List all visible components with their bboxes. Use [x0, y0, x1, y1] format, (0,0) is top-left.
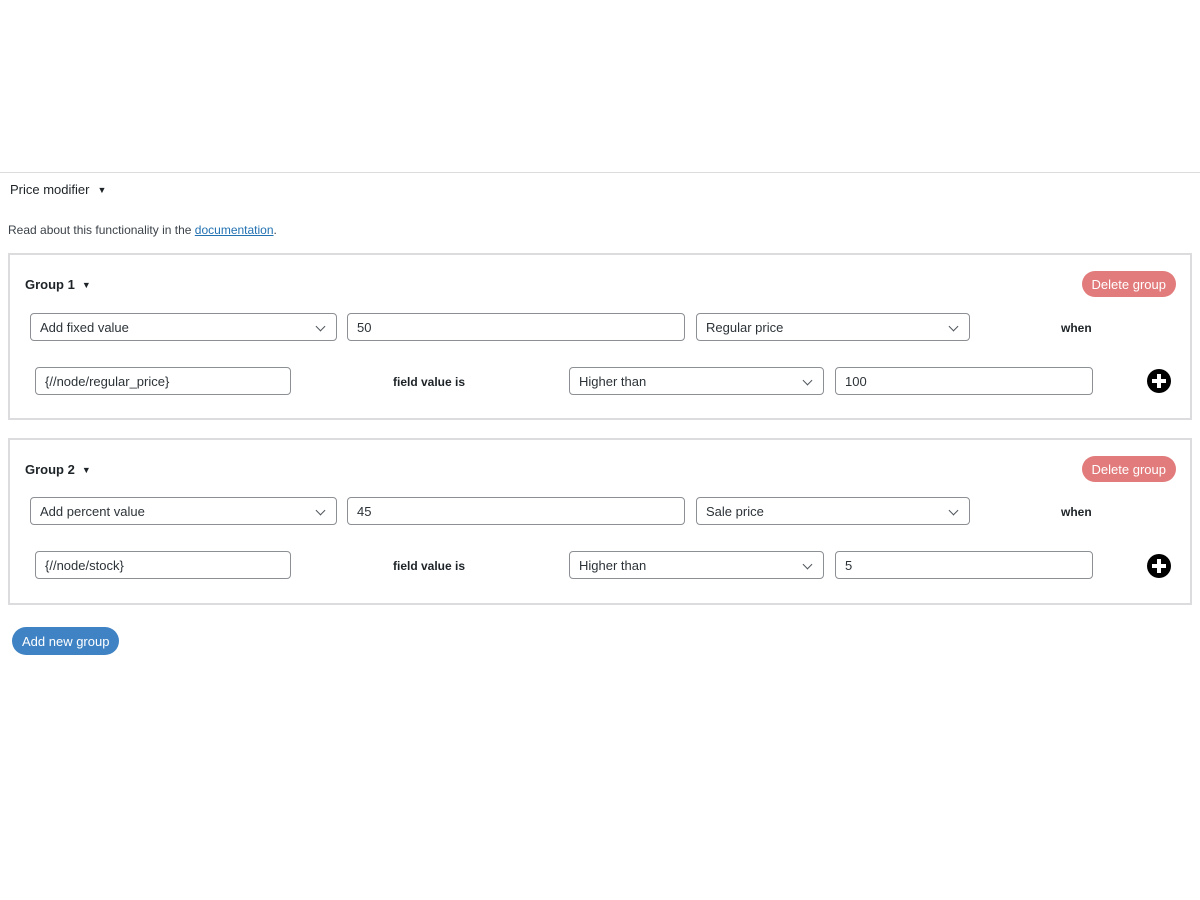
modifier-select[interactable]: Add fixed value [30, 313, 337, 341]
plus-circle-icon[interactable] [1147, 554, 1171, 578]
compare-value: 100 [845, 373, 867, 389]
add-new-group-button[interactable]: Add new group [12, 627, 120, 655]
triangle-down-icon: ▼ [97, 184, 107, 195]
plus-circle-icon[interactable] [1147, 369, 1171, 393]
price-type-select[interactable]: Sale price [696, 497, 970, 525]
price-type-select[interactable]: Regular price [696, 313, 970, 341]
group-title: Group 2 [25, 462, 75, 477]
intro-text-end: . [273, 223, 277, 237]
triangle-down-icon: ▼ [81, 279, 91, 290]
amount-value: 50 [357, 319, 372, 335]
intro-text: Read about this functionality in the doc… [8, 223, 277, 237]
compare-value: 5 [845, 557, 853, 573]
field-value-label: field value is [393, 559, 466, 573]
top-divider [0, 172, 1200, 173]
when-label: when [1061, 321, 1092, 335]
modifier-select[interactable]: Add percent value [30, 497, 337, 525]
price-modifier-page: Price modifier ▼ Read about this functio… [0, 0, 1200, 900]
comparator-select[interactable]: Higher than [569, 551, 824, 579]
delete-group-button[interactable]: Delete group [1081, 271, 1176, 297]
group-title-toggle[interactable]: Group 1 ▼ [25, 277, 91, 292]
amount-input[interactable]: 50 [347, 313, 685, 341]
comparator-value: Higher than [579, 373, 647, 389]
price-type-value: Sale price [706, 503, 764, 519]
condition-field-value: {//node/regular_price} [45, 373, 170, 389]
group-title-toggle[interactable]: Group 2 ▼ [25, 462, 91, 477]
condition-field-input[interactable]: {//node/stock} [35, 551, 291, 579]
comparator-value: Higher than [579, 557, 647, 573]
triangle-down-icon: ▼ [81, 464, 91, 475]
amount-value: 45 [357, 503, 372, 519]
when-label: when [1061, 505, 1092, 519]
field-value-label: field value is [393, 375, 466, 389]
condition-field-input[interactable]: {//node/regular_price} [35, 367, 291, 395]
group-title: Group 1 [25, 277, 75, 292]
documentation-link[interactable]: documentation [195, 223, 274, 237]
price-type-value: Regular price [706, 319, 784, 335]
compare-value-input[interactable]: 5 [835, 551, 1093, 579]
amount-input[interactable]: 45 [347, 497, 685, 525]
group-panel: Group 1 ▼ Delete group Add fixed value 5… [8, 253, 1192, 420]
modifier-value: Add fixed value [40, 319, 129, 335]
intro-text-start: Read about this functionality in the [8, 223, 195, 237]
section-title: Price modifier [10, 182, 90, 197]
delete-group-button[interactable]: Delete group [1081, 456, 1176, 482]
comparator-select[interactable]: Higher than [569, 367, 824, 395]
modifier-value: Add percent value [40, 503, 145, 519]
compare-value-input[interactable]: 100 [835, 367, 1093, 395]
price-modifier-toggle[interactable]: Price modifier ▼ [10, 182, 106, 197]
group-panel: Group 2 ▼ Delete group Add percent value… [8, 438, 1192, 605]
condition-field-value: {//node/stock} [45, 557, 124, 573]
